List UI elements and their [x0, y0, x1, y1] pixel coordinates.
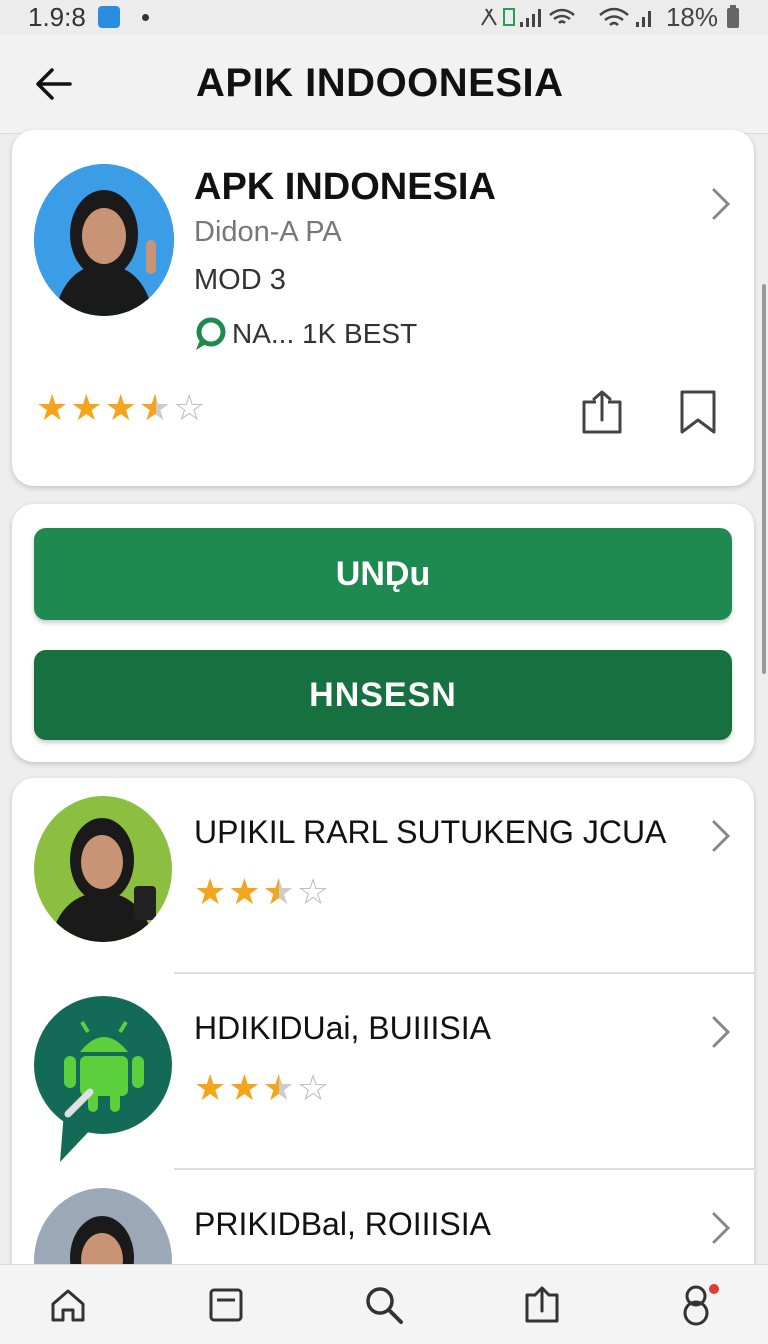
- app-avatar: [34, 164, 174, 316]
- star-full-icon: ★: [228, 871, 261, 912]
- list-item-title: PRIKIDBal, ROIIISIA: [194, 1206, 491, 1242]
- bookmark-icon: [680, 390, 716, 434]
- share-icon: [582, 390, 622, 434]
- download-button[interactable]: UND̨u: [34, 528, 732, 620]
- rating-stars: ★★★☆: [194, 1067, 330, 1108]
- dot-icon: [141, 13, 149, 21]
- list-item[interactable]: HDIKIDUai, BUIIISIA ★★★☆: [12, 974, 754, 1170]
- bookmark-button[interactable]: [676, 388, 720, 441]
- status-time: 1.9:8: [28, 1, 86, 32]
- chevron-right-icon: [710, 818, 732, 859]
- star-empty-icon: ☆: [296, 1067, 330, 1108]
- notification-dot: [709, 1283, 719, 1294]
- signal-icon: [481, 8, 575, 27]
- rating-stars: ★★★★☆: [36, 387, 206, 428]
- profile-icon: [683, 1283, 719, 1325]
- tag-text: NA... 1K BEST: [232, 318, 418, 349]
- list-item-title: UPIKIL RARL SUTUKENG JCUA: [194, 814, 667, 850]
- list-item-title: HDIKIDUai, BUIIISIA: [194, 1010, 491, 1046]
- app-header-card[interactable]: APK INDONESIA Didon-A PA MOD 3 NA... 1K …: [12, 130, 754, 486]
- search-icon: [366, 1286, 403, 1324]
- chat-bubble-icon: [196, 317, 226, 350]
- star-half-icon: ★: [263, 874, 295, 911]
- tabs-icon: [209, 1288, 243, 1321]
- developer-name[interactable]: Didon-A PA: [194, 216, 342, 249]
- list-item[interactable]: UPIKIL RARL SUTUKENG JCUA ★★★☆: [12, 778, 754, 974]
- app-avatar: [34, 796, 172, 942]
- star-full-icon: ★: [70, 387, 103, 428]
- android-app-icon: [34, 992, 172, 1162]
- star-empty-icon: ☆: [296, 871, 330, 912]
- app-tag: NA... 1K BEST: [192, 316, 417, 352]
- back-arrow-icon: [36, 67, 72, 100]
- nav-home[interactable]: [44, 1281, 92, 1329]
- back-button[interactable]: [18, 49, 88, 119]
- star-full-icon: ★: [228, 1067, 261, 1108]
- star-full-icon: ★: [194, 1067, 227, 1108]
- bottom-navigation: [0, 1264, 768, 1344]
- status-bar: 1.9:8 18%: [0, 0, 768, 34]
- star-full-icon: ★: [194, 871, 227, 912]
- home-icon: [51, 1289, 85, 1321]
- actions-card: UND̨u HNSESN: [12, 504, 754, 762]
- star-half-icon: ★: [139, 390, 171, 427]
- app-name: APK INDONESIA: [194, 166, 496, 208]
- chevron-right-icon: [710, 1014, 732, 1055]
- nav-tabs[interactable]: [202, 1281, 250, 1329]
- battery-percent: 18%: [665, 1, 718, 32]
- mod-label: MOD 3: [194, 264, 286, 296]
- related-apps-list: UPIKIL RARL SUTUKENG JCUA ★★★☆ HDIKIDUai: [12, 778, 754, 1298]
- page-title: APIK INDOONESIA: [196, 61, 564, 105]
- app-bar: APIK INDOONESIA: [0, 34, 768, 134]
- scrollbar[interactable]: [762, 134, 768, 1264]
- star-full-icon: ★: [36, 387, 69, 428]
- battery-icon: [727, 5, 739, 28]
- secondary-button[interactable]: HNSESN: [34, 650, 732, 740]
- notification-icon: [97, 6, 120, 28]
- chevron-right-icon[interactable]: [710, 186, 732, 227]
- star-full-icon: ★: [104, 387, 137, 428]
- nav-search[interactable]: [360, 1281, 408, 1329]
- scrollbar-thumb[interactable]: [762, 284, 766, 674]
- share-button[interactable]: [580, 388, 624, 441]
- wifi-icon: [599, 7, 651, 27]
- rating-stars: ★★★☆: [194, 871, 330, 912]
- share-icon: [525, 1286, 559, 1322]
- star-empty-icon: ☆: [173, 387, 206, 428]
- nav-share[interactable]: [518, 1281, 566, 1329]
- star-half-icon: ★: [263, 1070, 295, 1107]
- chevron-right-icon: [710, 1210, 732, 1251]
- nav-profile[interactable]: [676, 1281, 724, 1329]
